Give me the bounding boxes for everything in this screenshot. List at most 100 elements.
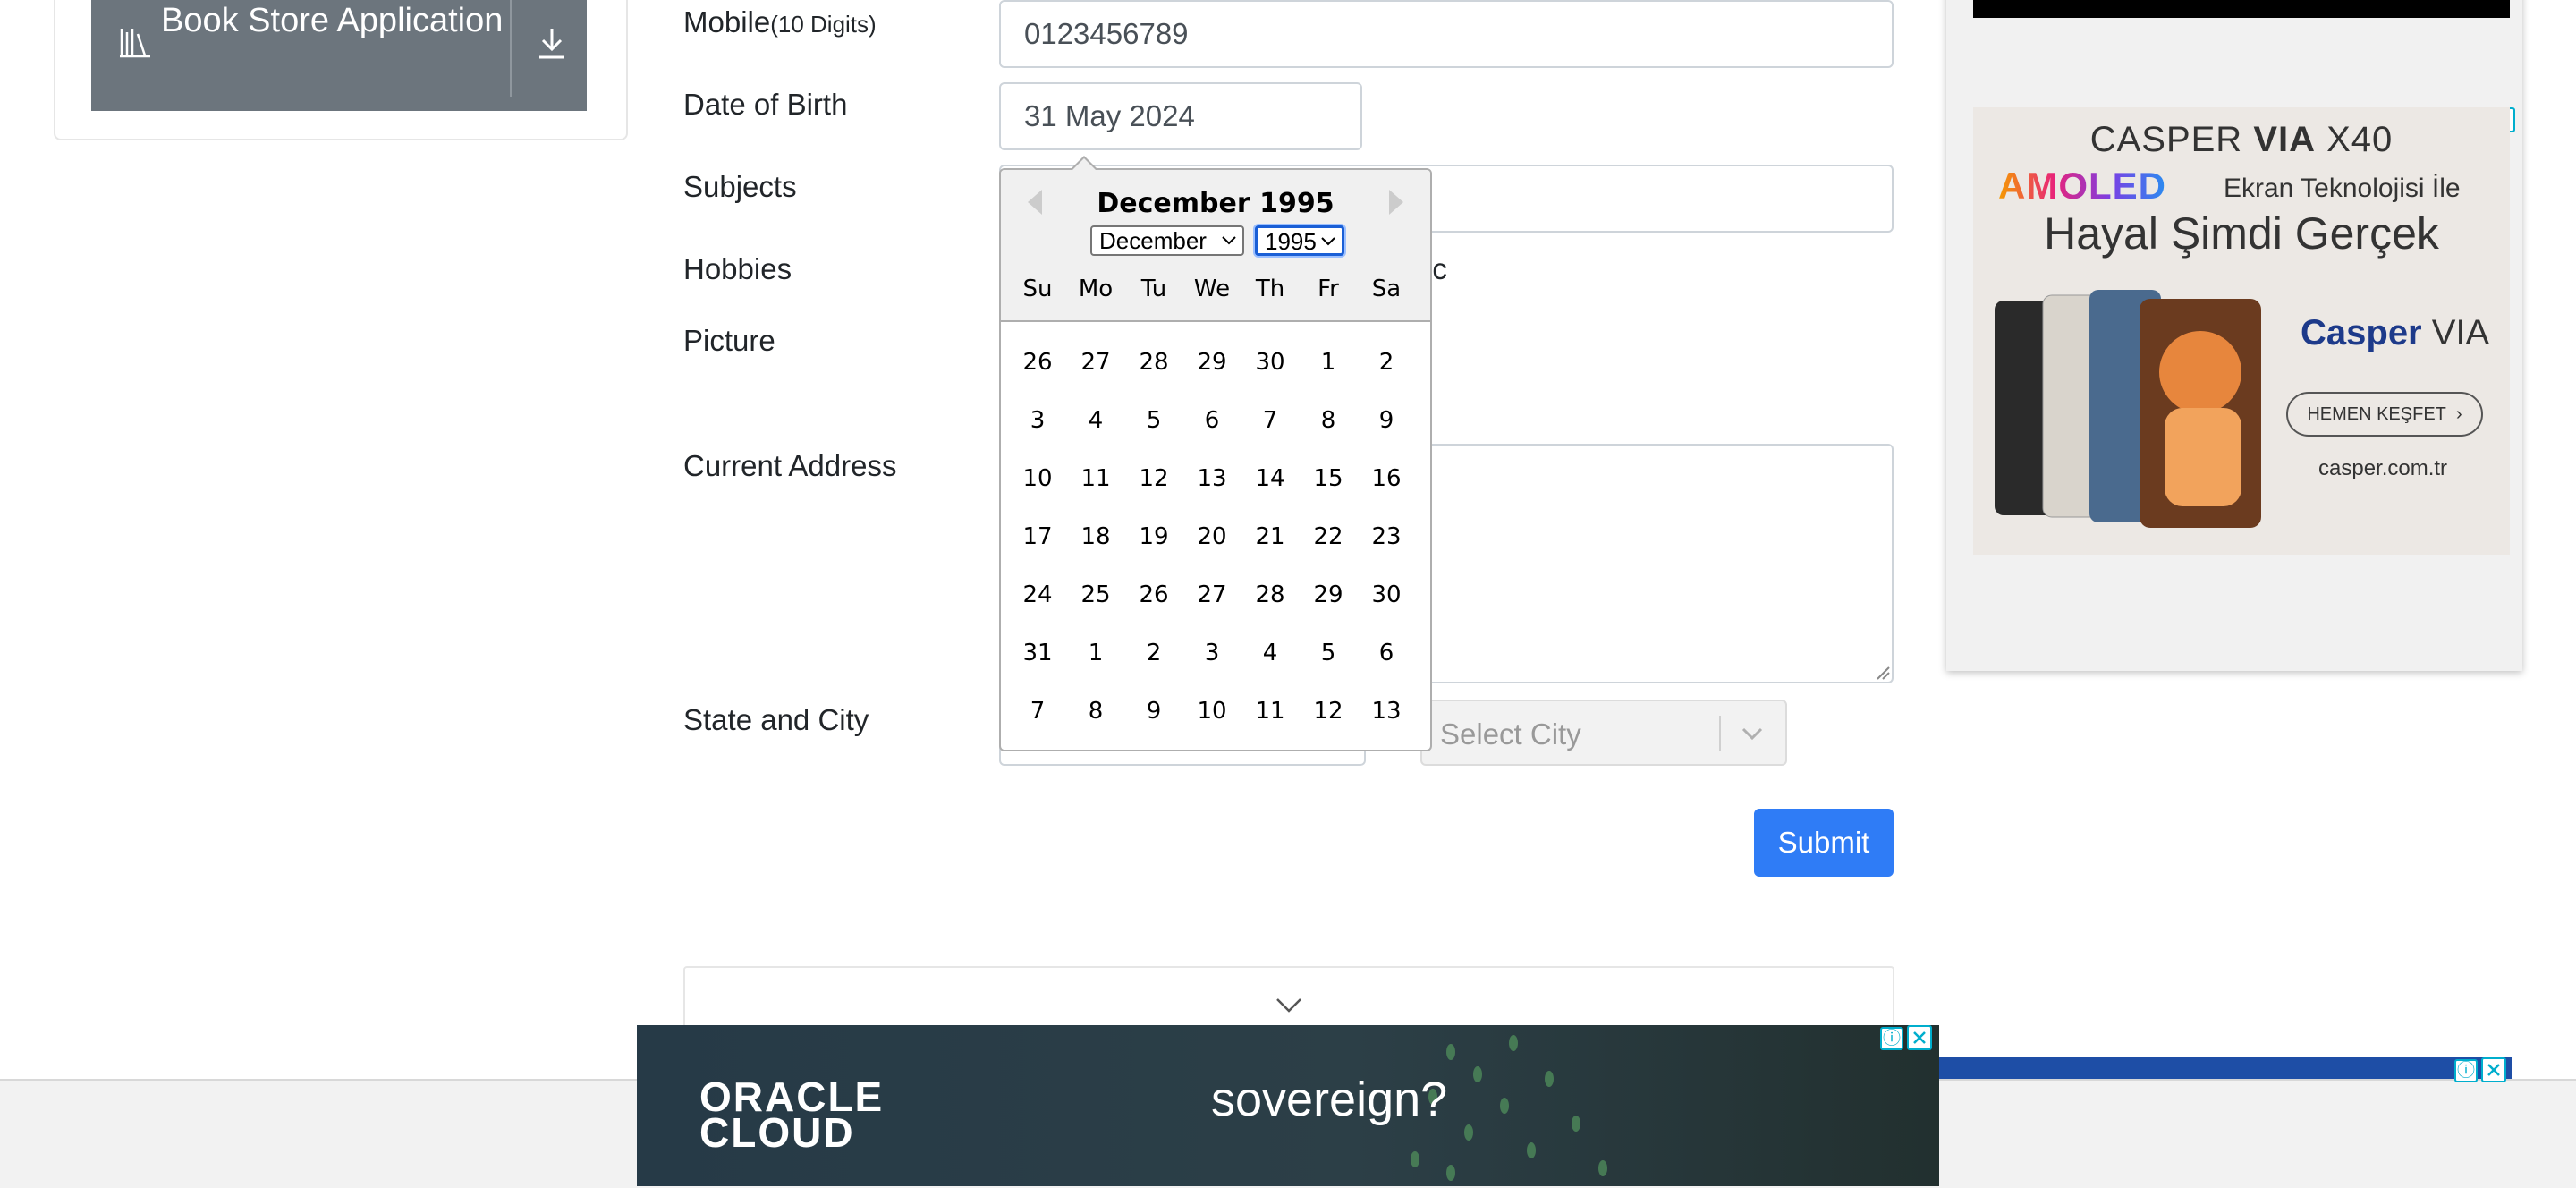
calendar-day[interactable]: 11	[1068, 465, 1123, 492]
calendar-day[interactable]: 27	[1184, 581, 1240, 608]
calendar-day[interactable]: 23	[1359, 523, 1414, 550]
calendar-day[interactable]: 26	[1010, 349, 1065, 376]
ad-url: casper.com.tr	[2318, 456, 2448, 480]
picture-label: Picture	[683, 324, 775, 357]
submit-button[interactable]: Submit	[1754, 809, 1894, 877]
calendar-day[interactable]: 31	[1010, 640, 1065, 666]
calendar-day[interactable]: 19	[1126, 523, 1182, 550]
download-icon[interactable]	[537, 25, 567, 61]
chevron-down-icon	[1321, 237, 1335, 246]
calendar-day[interactable]: 9	[1126, 698, 1182, 725]
calendar-day[interactable]: 8	[1301, 407, 1356, 434]
calendar-day[interactable]: 28	[1126, 349, 1182, 376]
calendar-day[interactable]: 7	[1242, 407, 1298, 434]
calendar-day[interactable]: 27	[1068, 349, 1123, 376]
book-store-label: Book Store Application	[161, 2, 504, 39]
calendar-day[interactable]: 16	[1359, 465, 1414, 492]
calendar-day[interactable]: 12	[1126, 465, 1182, 492]
calendar-day[interactable]: 29	[1301, 581, 1356, 608]
ad-headline: CASPER VIA X40	[2089, 120, 2394, 159]
calendar-day[interactable]: 6	[1359, 640, 1414, 666]
bottom-right-ad-close-icon[interactable]	[2481, 1057, 2506, 1082]
calendar-day[interactable]: 11	[1242, 698, 1298, 725]
ad-slogan: Hayal Şimdi Gerçek	[2044, 208, 2439, 259]
calendar-day[interactable]: 5	[1301, 640, 1356, 666]
calendar-day[interactable]: 15	[1301, 465, 1356, 492]
calendar-day[interactable]: 6	[1184, 407, 1240, 434]
month-select[interactable]: December	[1090, 225, 1244, 256]
year-select[interactable]: 1995	[1255, 225, 1344, 256]
books-icon	[120, 29, 150, 58]
calendar-day[interactable]: 29	[1184, 349, 1240, 376]
hobbies-label: Hobbies	[683, 252, 792, 285]
calendar-day[interactable]: 2	[1126, 640, 1182, 666]
ad-image: CASPER VIA X40 AMOLED Ekran Teknolojisi …	[1973, 107, 2510, 555]
calendar-day[interactable]: 20	[1184, 523, 1240, 550]
calendar-day[interactable]: 1	[1068, 640, 1123, 666]
calendar-day[interactable]: 2	[1359, 349, 1414, 376]
bottom-ad-info-icon[interactable]: ⓘ	[1880, 1027, 1903, 1050]
calendar-day[interactable]: 30	[1359, 581, 1414, 608]
calendar-day[interactable]: 21	[1242, 523, 1298, 550]
mobile-label: Mobile(10 Digits)	[683, 5, 877, 38]
datepicker: December 1995 December 1995 Su Mo Tu We Th Fr…	[999, 168, 1432, 751]
calendar-day[interactable]: 9	[1359, 407, 1414, 434]
dob-label: Date of Birth	[683, 88, 848, 121]
calendar-day[interactable]: 10	[1184, 698, 1240, 725]
oracle-tagline: sovereign?	[1211, 1073, 1448, 1126]
phones-image	[1995, 290, 2261, 528]
book-store-button[interactable]: Book Store Application	[91, 0, 587, 111]
oracle-advertisement[interactable]: ORACLE CLOUD sovereign?	[637, 1025, 1939, 1186]
chevron-down-icon	[1222, 236, 1236, 245]
subjects-label: Subjects	[683, 170, 797, 203]
calendar-day[interactable]: 8	[1068, 698, 1123, 725]
calendar-day[interactable]: 17	[1010, 523, 1065, 550]
datepicker-header: December 1995 December 1995 Su Mo Tu We Th Fr…	[1001, 170, 1430, 322]
ad-subline: Ekran Teknolojisi İle	[2224, 174, 2461, 203]
mobile-input[interactable]: 0123456789	[999, 0, 1894, 68]
calendar-day[interactable]: 25	[1068, 581, 1123, 608]
chevron-down-icon[interactable]	[1275, 997, 1302, 1014]
day-name: Fr	[1318, 276, 1339, 302]
casper-advertisement[interactable]: ⓘ CASPER VIA X40 AMOLED Ekran Teknolojis…	[1946, 0, 2522, 671]
calendar-day[interactable]: 30	[1242, 349, 1298, 376]
calendar-day[interactable]: 24	[1010, 581, 1065, 608]
day-name: We	[1193, 276, 1231, 302]
bottom-ad-strip[interactable]	[1939, 1057, 2512, 1079]
chevron-down-icon[interactable]	[1741, 723, 1764, 744]
calendar-day[interactable]: 1	[1301, 349, 1356, 376]
calendar-day[interactable]: 7	[1010, 698, 1065, 725]
state-city-label: State and City	[683, 703, 869, 736]
ad-brand: Casper VIA	[2301, 313, 2490, 352]
calendar-day[interactable]: 3	[1184, 640, 1240, 666]
ad-top-bar	[1973, 0, 2510, 18]
datepicker-month-title: December 1995	[1097, 188, 1335, 219]
calendar-day[interactable]: 12	[1301, 698, 1356, 725]
calendar-day[interactable]: 10	[1010, 465, 1065, 492]
calendar-day[interactable]: 5	[1126, 407, 1182, 434]
day-name: Tu	[1140, 276, 1167, 302]
dob-input[interactable]: 31 May 2024	[999, 82, 1362, 150]
calendar-day[interactable]: 18	[1068, 523, 1123, 550]
city-select-separator	[1719, 716, 1721, 751]
calendar-day[interactable]: 3	[1010, 407, 1065, 434]
bottom-ad-close-icon[interactable]	[1907, 1025, 1932, 1050]
city-select[interactable]: Select City	[1420, 700, 1787, 766]
current-address-label: Current Address	[683, 449, 897, 482]
calendar-day[interactable]: 22	[1301, 523, 1356, 550]
calendar-day[interactable]: 13	[1184, 465, 1240, 492]
next-month-icon[interactable]	[1389, 190, 1403, 215]
calendar-day[interactable]: 4	[1242, 640, 1298, 666]
calendar-day[interactable]: 14	[1242, 465, 1298, 492]
calendar-day[interactable]: 4	[1068, 407, 1123, 434]
resize-grip-icon[interactable]	[1874, 664, 1890, 680]
calendar-day[interactable]: 28	[1242, 581, 1298, 608]
day-name: Mo	[1078, 276, 1114, 302]
day-name: Th	[1255, 276, 1285, 302]
ad-cta-button[interactable]: HEMEN KEŞFET ›	[2286, 392, 2483, 437]
day-name: Sa	[1371, 276, 1402, 302]
calendar-day[interactable]: 26	[1126, 581, 1182, 608]
button-separator	[510, 0, 512, 97]
calendar-day[interactable]: 13	[1359, 698, 1414, 725]
bottom-right-ad-info-icon[interactable]: ⓘ	[2454, 1059, 2478, 1082]
